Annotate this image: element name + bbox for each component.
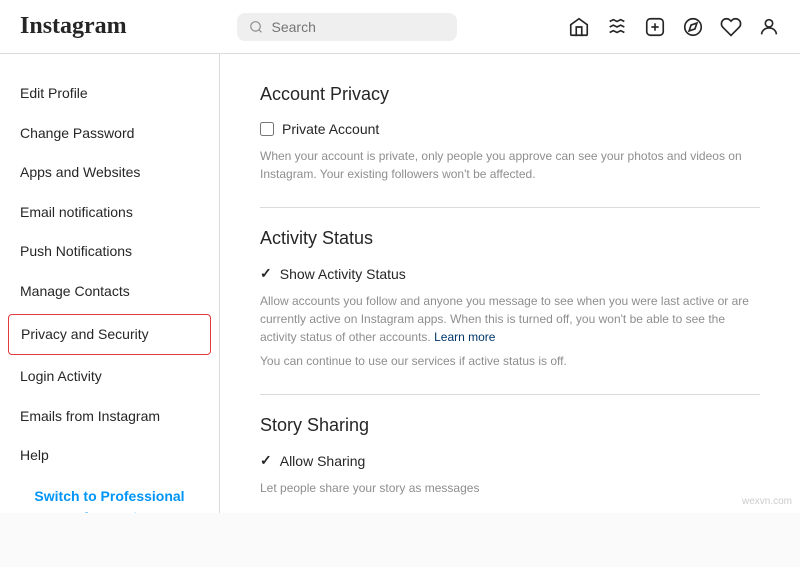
heart-icon[interactable] [720,16,742,38]
account-privacy-title: Account Privacy [260,84,760,105]
search-input[interactable] [272,19,446,35]
sidebar-item-login-activity[interactable]: Login Activity [0,357,219,397]
sharing-checkmark: ✓ [260,452,272,469]
show-activity-row: ✓ Show Activity Status [260,265,760,282]
explore-icon[interactable] [682,16,704,38]
private-account-row: Private Account [260,121,760,137]
divider-2 [260,394,760,395]
main-content: Account Privacy Private Account When you… [220,54,800,513]
account-privacy-description: When your account is private, only peopl… [260,147,760,183]
allow-sharing-label: Allow Sharing [280,453,366,469]
switch-professional-button[interactable]: Switch to ProfessionalAccount [0,476,219,513]
sidebar-item-privacy-security[interactable]: Privacy and Security [8,314,211,356]
story-sharing-section: Story Sharing ✓ Allow Sharing Let people… [260,415,760,497]
header: Instagram [0,0,800,54]
search-bar[interactable] [237,13,457,41]
home-icon[interactable] [568,16,590,38]
profile-icon[interactable] [758,16,780,38]
threads-icon[interactable] [606,16,628,38]
divider-1 [260,207,760,208]
show-activity-label: Show Activity Status [280,266,406,282]
sidebar-item-edit-profile[interactable]: Edit Profile [0,74,219,114]
sidebar-item-email-notifications[interactable]: Email notifications [0,193,219,233]
watermark: wexvn.com [742,496,792,507]
activity-status-section: Activity Status ✓ Show Activity Status A… [260,228,760,370]
sidebar-item-help[interactable]: Help [0,436,219,476]
account-privacy-section: Account Privacy Private Account When you… [260,84,760,183]
private-account-checkbox[interactable] [260,122,274,136]
sidebar: Edit Profile Change Password Apps and We… [0,54,220,513]
story-sharing-description: Let people share your story as messages [260,479,760,497]
sidebar-item-push-notifications[interactable]: Push Notifications [0,232,219,272]
activity-status-description: Allow accounts you follow and anyone you… [260,292,760,346]
activity-status-title: Activity Status [260,228,760,249]
sidebar-item-manage-contacts[interactable]: Manage Contacts [0,272,219,312]
private-account-label: Private Account [282,121,379,137]
activity-checkmark: ✓ [260,265,272,282]
logo: Instagram [20,13,127,40]
learn-more-link[interactable]: Learn more [434,330,495,344]
add-icon[interactable] [644,16,666,38]
sidebar-item-emails-instagram[interactable]: Emails from Instagram [0,397,219,437]
sidebar-item-apps-websites[interactable]: Apps and Websites [0,153,219,193]
header-icons [568,16,780,38]
search-icon [249,19,263,35]
page-container: Edit Profile Change Password Apps and We… [0,54,800,513]
sidebar-item-change-password[interactable]: Change Password [0,114,219,154]
activity-status-note: You can continue to use our services if … [260,352,760,370]
story-sharing-title: Story Sharing [260,415,760,436]
allow-sharing-row: ✓ Allow Sharing [260,452,760,469]
